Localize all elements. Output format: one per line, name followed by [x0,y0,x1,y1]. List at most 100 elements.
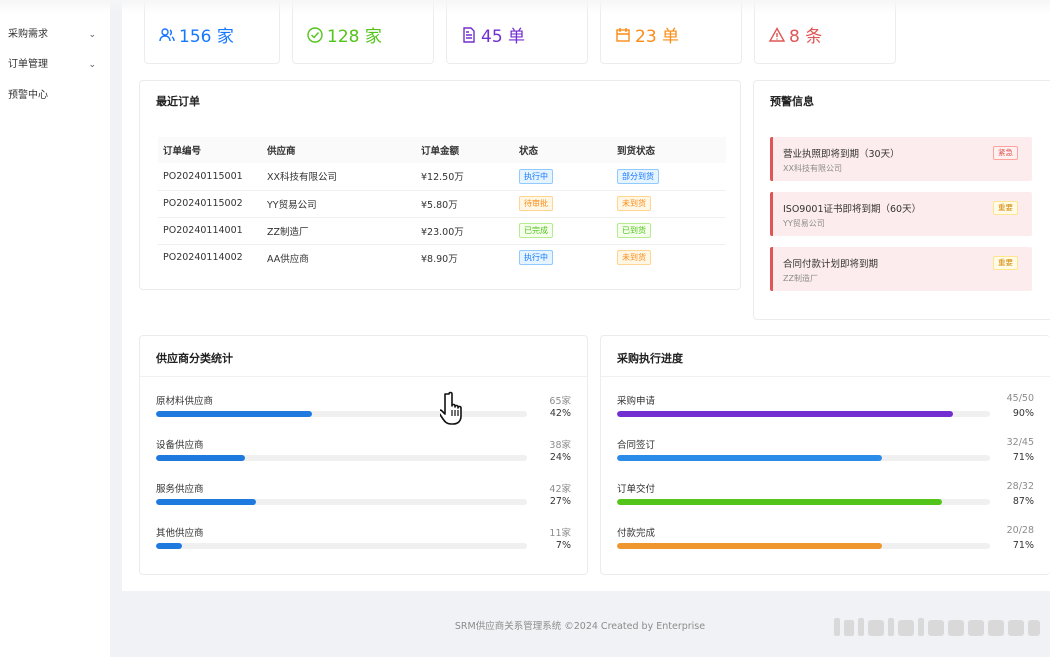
order-amount: ¥23.00万 [416,217,514,245]
stat-value-row: 45 单 [461,22,525,47]
category-label: 服务供应商 [156,484,204,495]
alert-supplier: ZZ制造厂 [783,274,818,283]
table-row[interactable]: PO20240115002 YY贸易公司 ¥5.80万 待审批 未到货 [158,190,726,218]
supplier-stats-panel: 供应商分类统计 原材料供应商 65家 42% 设备供应商 38家 24% 服务供… [139,335,588,575]
progress-percent: 71% [1012,540,1034,551]
arrival-badge: 未到货 [617,250,651,266]
calendar-icon [616,27,630,42]
document-icon [463,26,475,43]
table-row[interactable]: PO20240114001 ZZ制造厂 ¥23.00万 已完成 已到货 [158,217,726,245]
alert-title: 合同付款计划即将到期 [783,259,879,270]
order-status-cell: 执行中 [514,163,612,191]
category-percent: 7% [555,540,571,551]
progress-fill [156,543,182,549]
progress-percent: 87% [1012,496,1034,507]
progress-track [617,499,990,505]
warning-icon [769,26,785,42]
sidebar-item-label: 预警中心 [8,90,48,101]
progress-track [617,455,990,461]
category-label: 设备供应商 [156,440,204,451]
category-percent: 42% [549,408,571,419]
check-circle-icon [307,26,323,43]
order-status-cell: 已完成 [514,217,612,245]
alert-supplier: YY贸易公司 [783,219,825,228]
category-label: 原材料供应商 [156,396,214,407]
progress-track [617,543,990,549]
sidebar: 采购需求 ⌄ 订单管理 ⌄ 预警中心 [0,0,110,657]
progress-count: 28/32 [1006,481,1034,492]
progress-row: 订单交付 28/32 87% [617,481,1034,521]
alert-level-badge: 重要 [993,201,1018,215]
supplier-category-row: 设备供应商 38家 24% [156,437,571,477]
alert-item[interactable]: ISO9001证书即将到期（60天） YY贸易公司 重要 [770,192,1032,236]
supplier-category-row: 其他供应商 11家 7% [156,525,571,565]
alerts-panel: 预警信息 营业执照即将到期（30天） XX科技有限公司 紧急 ISO9001证书… [753,80,1050,320]
sidebar-item-label: 订单管理 [8,59,48,70]
progress-percent: 71% [1012,452,1034,463]
stat-value: 8 条 [789,27,823,47]
progress-label: 订单交付 [617,484,656,495]
order-status-cell: 执行中 [514,244,612,271]
order-supplier: AA供应商 [267,253,309,265]
sidebar-item-order-management[interactable]: 订单管理 ⌄ [8,57,100,73]
column-header: 订单编号 [158,137,262,163]
table-row[interactable]: PO20240115001 XX科技有限公司 ¥12.50万 执行中 部分到货 [158,163,726,191]
recent-orders-panel: 最近订单 订单编号 供应商 订单金额 状态 到货状态 PO20240115001… [139,80,741,290]
supplier-icon [159,27,175,41]
progress-count: 45/50 [1006,393,1034,404]
stat-value-row: 128 家 [307,22,382,47]
progress-fill [617,411,953,417]
progress-track [156,411,527,417]
arrival-badge: 已到货 [617,223,651,238]
status-badge: 待审批 [519,196,553,211]
order-id: PO20240115001 [158,163,262,191]
progress-row: 付款完成 20/28 71% [617,525,1034,565]
chevron-down-icon: ⌄ [88,60,96,70]
divider [601,376,1050,377]
orders-table: 订单编号 供应商 订单金额 状态 到货状态 PO20240115001 XX科技… [158,137,726,271]
stat-value: 128 家 [327,27,382,47]
status-badge: 执行中 [519,250,553,266]
column-header: 订单金额 [416,137,514,163]
progress-track [156,543,527,549]
column-header: 状态 [514,137,612,163]
stat-value-row: 23 单 [615,22,679,47]
chevron-down-icon: ⌄ [88,30,96,40]
stat-value: 23 单 [635,27,680,47]
progress-fill [617,543,882,549]
arrival-badge: 部分到货 [617,168,659,184]
progress-fill [617,455,882,461]
category-percent: 27% [549,496,571,507]
arrival-status-cell: 已到货 [612,217,726,245]
top-fade [0,0,1050,14]
order-amount: ¥12.50万 [416,163,514,191]
alert-level-badge: 重要 [993,256,1018,270]
order-id: PO20240115002 [158,190,262,218]
supplier-category-row: 原材料供应商 65家 42% [156,393,571,433]
order-id: PO20240114001 [158,217,262,245]
progress-row: 采购申请 45/50 90% [617,393,1034,433]
status-badge: 执行中 [519,168,553,184]
progress-fill [617,499,942,505]
alert-item[interactable]: 营业执照即将到期（30天） XX科技有限公司 紧急 [770,137,1032,181]
sidebar-item-label: 采购需求 [8,29,48,40]
table-row[interactable]: PO20240114002 AA供应商 ¥8.90万 执行中 未到货 [158,244,726,271]
category-count: 65家 [549,396,571,407]
stat-value-row: 156 家 [159,22,234,47]
alert-item[interactable]: 合同付款计划即将到期 ZZ制造厂 重要 [770,247,1032,291]
alert-level-badge: 紧急 [993,146,1018,160]
progress-label: 付款完成 [617,528,656,539]
column-header: 供应商 [262,137,416,163]
progress-row: 合同签订 32/45 71% [617,437,1034,477]
procurement-progress-panel: 采购执行进度 采购申请 45/50 90% 合同签订 32/45 71% 订单交… [600,335,1050,575]
sidebar-item-purchase-requests[interactable]: 采购需求 ⌄ [8,27,100,43]
arrival-badge: 未到货 [617,196,651,211]
stat-value-row: 8 条 [769,22,822,47]
category-label: 其他供应商 [156,528,204,539]
alert-supplier: XX科技有限公司 [783,164,842,173]
sidebar-item-alert-center[interactable]: 预警中心 [8,88,100,104]
progress-count: 20/28 [1006,525,1034,536]
arrival-status-cell: 未到货 [612,190,726,218]
category-count: 38家 [549,440,571,451]
stat-value: 156 家 [179,27,234,47]
